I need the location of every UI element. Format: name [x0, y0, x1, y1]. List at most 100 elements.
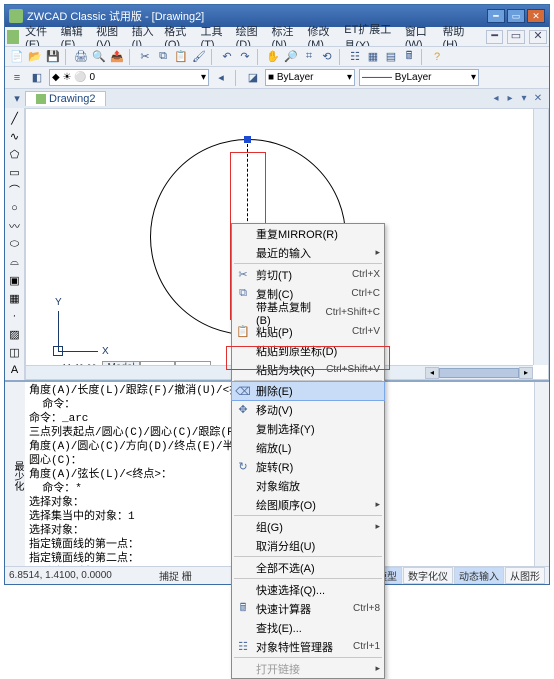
- doc-dropdown-icon[interactable]: ▾: [9, 91, 25, 107]
- new-icon[interactable]: 📄: [9, 49, 25, 65]
- ctx-item[interactable]: 重复MIRROR(R): [232, 224, 384, 243]
- ctx-item-label: 组(G): [256, 519, 283, 535]
- status-dyn-input[interactable]: 动态输入: [454, 567, 504, 584]
- ctx-item[interactable]: 组(G)▸: [232, 517, 384, 536]
- ctx-item-shortcut: Ctrl+Shift+C: [326, 307, 380, 318]
- rect-tool-icon[interactable]: ▭: [7, 164, 23, 180]
- ctx-item-shortcut: Ctrl+8: [353, 603, 380, 614]
- insert-block-icon[interactable]: ▣: [7, 272, 23, 288]
- standard-toolbar: 📄 📂 💾 🖨 🔍 📤 ✂ ⧉ 📋 🖌 ↶ ↷ ✋ 🔎 ⌗ ⟲ ☷ ▦ ▤ 🖩 …: [5, 46, 549, 66]
- mdi-restore-button[interactable]: ▭: [507, 30, 525, 44]
- tab-nav-prev-icon[interactable]: ◂: [489, 92, 503, 106]
- ctx-item-label: 快速计算器: [256, 601, 311, 617]
- text-tool-icon[interactable]: A: [7, 362, 23, 378]
- ctx-item-label: 复制选择(Y): [256, 421, 315, 437]
- cmd-side-label[interactable]: 最少化: [5, 382, 25, 566]
- props-icon[interactable]: ☷: [347, 49, 363, 65]
- ctx-item[interactable]: 快速选择(Q)...: [232, 580, 384, 599]
- ctx-item[interactable]: 最近的输入▸: [232, 243, 384, 262]
- ctx-item[interactable]: ☷对象特性管理器Ctrl+1: [232, 637, 384, 656]
- hatch-tool-icon[interactable]: ▨: [7, 326, 23, 342]
- ctx-item[interactable]: 带基点复制(B)Ctrl+Shift+C: [232, 303, 384, 322]
- layer-dropdown[interactable]: ◆ ☀ ⚪ 0▾: [49, 69, 209, 86]
- publish-icon[interactable]: 📤: [109, 49, 125, 65]
- spline-tool-icon[interactable]: 〰: [7, 218, 23, 234]
- undo-icon[interactable]: ↶: [219, 49, 235, 65]
- ctx-item[interactable]: ✥移动(V): [232, 400, 384, 419]
- tab-close-icon[interactable]: ✕: [531, 92, 545, 106]
- ctx-item-label: 粘贴到原坐标(D): [256, 343, 337, 359]
- status-snap[interactable]: 捕捉 栅: [159, 568, 192, 583]
- ctx-item-label: 绘图顺序(O): [256, 497, 316, 513]
- region-tool-icon[interactable]: ◫: [7, 344, 23, 360]
- print-icon[interactable]: 🖨: [73, 49, 89, 65]
- status-coords: 6.8514, 1.4100, 0.0000: [9, 570, 159, 581]
- layer-state-icon[interactable]: ◧: [29, 70, 45, 86]
- ctx-item[interactable]: 粘贴到原坐标(D): [232, 341, 384, 360]
- color-icon[interactable]: ◪: [245, 70, 261, 86]
- doc-tab-active[interactable]: Drawing2: [25, 91, 106, 106]
- mdi-min-button[interactable]: ━: [486, 30, 503, 44]
- cmd-scrollbar[interactable]: [534, 382, 549, 566]
- minimize-button[interactable]: ━: [487, 9, 505, 23]
- ctx-item[interactable]: 复制选择(Y): [232, 419, 384, 438]
- status-tablet[interactable]: 数字化仪: [403, 567, 453, 584]
- maximize-button[interactable]: ▭: [507, 9, 525, 23]
- ctx-item-icon: ⌫: [236, 384, 250, 398]
- ctx-item-label: 粘贴(P): [256, 324, 293, 340]
- save-icon[interactable]: 💾: [45, 49, 61, 65]
- submenu-arrow-icon: ▸: [375, 247, 380, 258]
- ctx-item-label: 查找(E)...: [256, 620, 302, 636]
- zoom-rt-icon[interactable]: 🔎: [283, 49, 299, 65]
- ctx-item[interactable]: ✂剪切(T)Ctrl+X: [232, 265, 384, 284]
- calc-icon[interactable]: 🖩: [401, 49, 417, 65]
- match-icon[interactable]: 🖌: [191, 49, 207, 65]
- ctx-item[interactable]: 对象缩放: [232, 476, 384, 495]
- grip-top[interactable]: [244, 136, 251, 143]
- ctx-item[interactable]: 绘图顺序(O) ▸: [232, 495, 384, 514]
- ctx-item[interactable]: ↻旋转(R): [232, 457, 384, 476]
- arc-tool-icon[interactable]: ⌒: [7, 182, 23, 198]
- ctx-item-icon: ✥: [236, 403, 250, 417]
- tool-palettes-icon[interactable]: ▤: [383, 49, 399, 65]
- redo-icon[interactable]: ↷: [237, 49, 253, 65]
- copy-icon[interactable]: ⧉: [155, 49, 171, 65]
- ellipse-arc-icon[interactable]: ⌓: [7, 254, 23, 270]
- design-center-icon[interactable]: ▦: [365, 49, 381, 65]
- zoom-prev-icon[interactable]: ⟲: [319, 49, 335, 65]
- close-button[interactable]: ✕: [527, 9, 545, 23]
- submenu-arrow-icon: ▸: [375, 499, 380, 510]
- layer-mgr-icon[interactable]: ≡: [9, 70, 25, 86]
- tab-nav-list-icon[interactable]: ▾: [517, 92, 531, 106]
- zoom-win-icon[interactable]: ⌗: [301, 49, 317, 65]
- ellipse-tool-icon[interactable]: ⬭: [7, 236, 23, 252]
- circle-tool-icon[interactable]: ○: [7, 200, 23, 216]
- color-dropdown[interactable]: ■ ByLayer▾: [265, 69, 355, 86]
- ctx-item[interactable]: 缩放(L): [232, 438, 384, 457]
- polygon-tool-icon[interactable]: ⬠: [7, 146, 23, 162]
- vscrollbar[interactable]: [533, 109, 548, 365]
- line-tool-icon[interactable]: ╱: [7, 110, 23, 126]
- pline-tool-icon[interactable]: ∿: [7, 128, 23, 144]
- ctx-item[interactable]: 粘贴为块(K)Ctrl+Shift+V: [232, 360, 384, 379]
- layer-prev-icon[interactable]: ◂: [213, 70, 229, 86]
- point-tool-icon[interactable]: ·: [7, 308, 23, 324]
- ctx-item[interactable]: 查找(E)...: [232, 618, 384, 637]
- ctx-item[interactable]: 全部不选(A): [232, 558, 384, 577]
- ctx-item[interactable]: 取消分组(U): [232, 536, 384, 555]
- make-block-icon[interactable]: ▦: [7, 290, 23, 306]
- linetype-dropdown[interactable]: ——— ByLayer▾: [359, 69, 479, 86]
- tab-nav-next-icon[interactable]: ▸: [503, 92, 517, 106]
- ctx-item[interactable]: 🖩快速计算器Ctrl+8: [232, 599, 384, 618]
- status-from-drawing[interactable]: 从图形: [505, 567, 545, 584]
- preview-icon[interactable]: 🔍: [91, 49, 107, 65]
- cut-icon[interactable]: ✂: [137, 49, 153, 65]
- ctx-item[interactable]: ⌫删除(E): [231, 381, 385, 401]
- paste-icon[interactable]: 📋: [173, 49, 189, 65]
- open-icon[interactable]: 📂: [27, 49, 43, 65]
- mdi-close-button[interactable]: ✕: [529, 30, 547, 44]
- ctx-item[interactable]: 📋粘贴(P)Ctrl+V: [232, 322, 384, 341]
- help-icon[interactable]: ?: [429, 49, 445, 65]
- context-menu: 重复MIRROR(R)最近的输入▸✂剪切(T)Ctrl+X⧉复制(C)Ctrl+…: [231, 223, 385, 679]
- pan-icon[interactable]: ✋: [265, 49, 281, 65]
